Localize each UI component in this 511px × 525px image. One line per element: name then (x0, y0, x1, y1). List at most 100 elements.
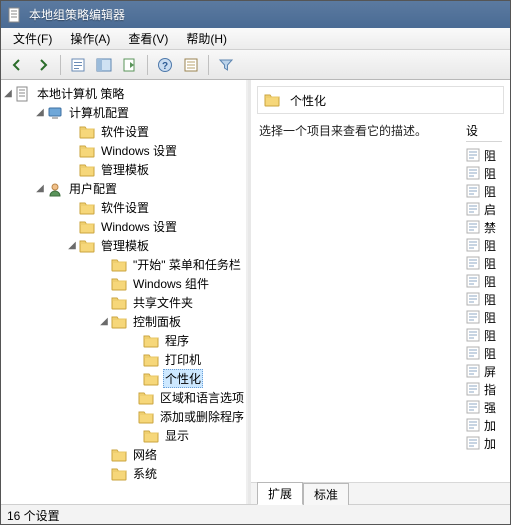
setting-icon (466, 382, 480, 396)
tree-item[interactable]: 共享文件夹 (49, 293, 246, 312)
tree-item[interactable]: 添加或删除程序 (65, 407, 246, 426)
folder-icon (79, 238, 95, 254)
list-item-label: 阻 (484, 165, 496, 182)
column-header-settings[interactable]: 设 (466, 122, 502, 142)
tree-item[interactable]: ◢管理模板 (33, 236, 246, 255)
menu-file[interactable]: 文件(F) (5, 28, 60, 49)
tree-item[interactable]: 软件设置 (33, 122, 246, 141)
tree-item[interactable]: 程序 (65, 331, 246, 350)
setting-icon (466, 400, 480, 414)
tree: ◢本地计算机 策略◢计算机配置软件设置Windows 设置管理模板◢用户配置软件… (1, 84, 246, 483)
list-item[interactable]: 加 (466, 416, 502, 434)
tree-item[interactable]: 系统 (49, 464, 246, 483)
list-item[interactable]: 阻 (466, 308, 502, 326)
menu-help[interactable]: 帮助(H) (178, 28, 235, 49)
tree-item[interactable]: 显示 (65, 426, 246, 445)
up-icon[interactable] (66, 53, 90, 77)
tree-item[interactable]: 打印机 (65, 350, 246, 369)
tree-item[interactable]: 软件设置 (33, 198, 246, 217)
setting-icon (466, 220, 480, 234)
tree-item[interactable]: "开始" 菜单和任务栏 (49, 255, 246, 274)
tree-item[interactable]: Windows 设置 (33, 141, 246, 160)
setting-icon (466, 166, 480, 180)
tree-item-label: 用户配置 (67, 180, 119, 197)
help-icon[interactable] (153, 53, 177, 77)
list-item[interactable]: 阻 (466, 272, 502, 290)
export-icon[interactable] (118, 53, 142, 77)
list-item[interactable]: 阻 (466, 236, 502, 254)
tree-item-label: 打印机 (163, 351, 203, 368)
forward-icon[interactable] (31, 53, 55, 77)
tree-item[interactable]: 个性化 (65, 369, 246, 388)
list-item[interactable]: 禁 (466, 218, 502, 236)
tree-item-label: 系统 (131, 465, 159, 482)
setting-icon (466, 364, 480, 378)
list-item[interactable]: 阻 (466, 164, 502, 182)
user-config-icon (47, 181, 63, 197)
tree-item[interactable]: ◢ 本地计算机 策略 (1, 84, 246, 103)
status-text: 16 个设置 (7, 509, 60, 523)
tree-item-label: 本地计算机 策略 (35, 85, 126, 102)
list-item[interactable]: 指 (466, 380, 502, 398)
tree-pane[interactable]: ◢本地计算机 策略◢计算机配置软件设置Windows 设置管理模板◢用户配置软件… (1, 80, 248, 504)
tree-item-label: 程序 (163, 332, 191, 349)
folder-icon (111, 447, 127, 463)
folder-icon (79, 200, 95, 216)
list-item[interactable]: 阻 (466, 344, 502, 362)
folder-icon (79, 219, 95, 235)
tab-extended[interactable]: 扩展 (257, 482, 303, 505)
folder-icon (143, 333, 159, 349)
list-item-label: 阻 (484, 345, 496, 362)
menubar: 文件(F) 操作(A) 查看(V) 帮助(H) (1, 28, 510, 50)
menu-action[interactable]: 操作(A) (62, 28, 118, 49)
tab-standard[interactable]: 标准 (303, 483, 349, 505)
menu-view[interactable]: 查看(V) (120, 28, 176, 49)
list-item[interactable]: 阻 (466, 326, 502, 344)
list-item[interactable]: 加 (466, 434, 502, 452)
tree-item-label: 个性化 (163, 369, 203, 388)
details-header: 个性化 (257, 86, 504, 114)
list-item-label: 禁 (484, 219, 496, 236)
show-hide-tree-icon[interactable] (92, 53, 116, 77)
list-item[interactable]: 阻 (466, 254, 502, 272)
tree-item[interactable]: Windows 设置 (33, 217, 246, 236)
tree-item[interactable]: ◢ 控制面板 (49, 312, 246, 331)
toolbar-separator (208, 55, 209, 75)
tree-item[interactable]: 网络 (49, 445, 246, 464)
tree-item[interactable]: 管理模板 (33, 160, 246, 179)
tree-item-label: 控制面板 (131, 313, 183, 330)
properties-icon[interactable] (179, 53, 203, 77)
tree-item-label: Windows 组件 (131, 275, 211, 292)
tree-item-label: 管理模板 (99, 161, 151, 178)
collapse-icon[interactable]: ◢ (1, 88, 15, 99)
tree-item[interactable]: Windows 组件 (49, 274, 246, 293)
tree-item-label: Windows 设置 (99, 218, 179, 235)
description-text: 选择一个项目来查看它的描述。 (259, 122, 456, 139)
folder-icon (79, 143, 95, 159)
list-item[interactable]: 阻 (466, 182, 502, 200)
folder-icon (79, 162, 95, 178)
list-item-label: 指 (484, 381, 496, 398)
list-item[interactable]: 阻 (466, 290, 502, 308)
collapse-icon[interactable]: ◢ (33, 107, 47, 118)
folder-icon (143, 428, 159, 444)
filter-icon[interactable] (214, 53, 238, 77)
back-icon[interactable] (5, 53, 29, 77)
tree-item[interactable]: 区域和语言选项 (65, 388, 246, 407)
folder-icon (79, 124, 95, 140)
list-item[interactable]: 屏 (466, 362, 502, 380)
tree-item[interactable]: ◢计算机配置 (17, 103, 246, 122)
toolbar (1, 50, 510, 80)
setting-icon (466, 256, 480, 270)
folder-icon (143, 352, 159, 368)
collapse-icon[interactable]: ◢ (33, 183, 47, 194)
list-item[interactable]: 启 (466, 200, 502, 218)
setting-icon (466, 436, 480, 450)
list-item-label: 阻 (484, 273, 496, 290)
collapse-icon[interactable]: ◢ (65, 240, 79, 251)
tree-item-label: 网络 (131, 446, 159, 463)
list-item[interactable]: 阻 (466, 146, 502, 164)
collapse-icon[interactable]: ◢ (97, 316, 111, 327)
tree-item[interactable]: ◢ 用户配置 (17, 179, 246, 198)
list-item[interactable]: 强 (466, 398, 502, 416)
